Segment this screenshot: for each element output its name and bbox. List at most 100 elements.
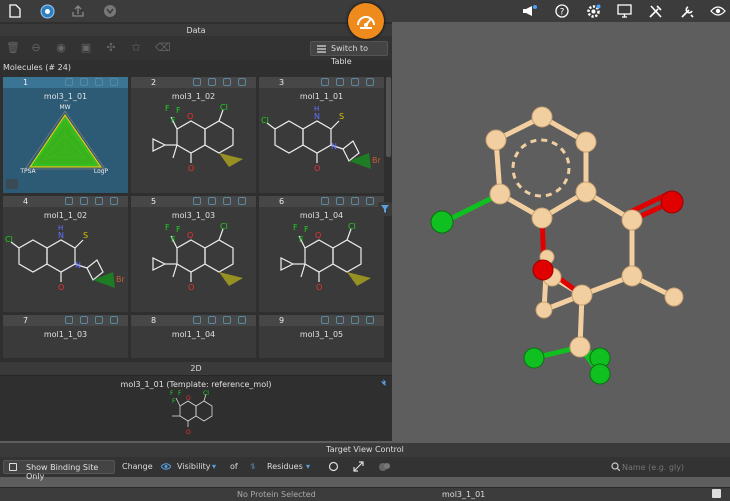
dashboard-button[interactable] (348, 3, 384, 39)
eye-icon[interactable] (110, 316, 118, 324)
gear-icon[interactable] (585, 3, 601, 19)
visibility-dropdown[interactable]: Visibility (177, 462, 211, 471)
save-icon[interactable]: ▣ (80, 42, 92, 54)
molecule-card[interactable]: 3 mol1_1_01 Cl H N S N O Br (259, 77, 384, 193)
export-icon[interactable] (70, 3, 86, 19)
molecule-card[interactable]: 8 mol1_1_04 (131, 315, 256, 358)
trash-alt-icon[interactable]: ⌫ (155, 42, 171, 54)
atom-label: O (314, 164, 320, 173)
binding-site-toggle[interactable]: Show Binding Site Only (3, 460, 115, 481)
lock-icon[interactable] (223, 197, 231, 205)
eye-icon[interactable] (366, 197, 374, 205)
eye-icon[interactable] (110, 78, 118, 86)
expand-icon[interactable] (353, 461, 364, 472)
card-name: mol1_1_03 (43, 330, 88, 339)
star-icon[interactable] (65, 197, 73, 205)
atom-label: O (186, 429, 191, 436)
eye-icon[interactable] (238, 197, 246, 205)
layers-icon[interactable] (378, 461, 391, 472)
star-icon[interactable] (321, 316, 329, 324)
app-logo-icon[interactable] (39, 3, 55, 19)
star-icon[interactable] (321, 78, 329, 86)
molecule-drawing: F F F O Cl O (152, 103, 243, 173)
flag-icon[interactable] (80, 78, 88, 86)
star-icon[interactable]: ✩ (130, 42, 142, 54)
flag-icon[interactable] (80, 197, 88, 205)
flag-icon[interactable] (208, 78, 216, 86)
eye-icon[interactable] (366, 316, 374, 324)
eye-icon[interactable] (238, 316, 246, 324)
flag-icon[interactable] (336, 78, 344, 86)
svg-text:?: ? (560, 8, 565, 18)
eye-icon[interactable] (366, 78, 374, 86)
star-icon[interactable] (193, 197, 201, 205)
lock-icon[interactable] (223, 316, 231, 324)
delete-icon[interactable]: 🗑 (6, 42, 20, 54)
switch-to-table-button[interactable]: Switch to Table (310, 41, 388, 66)
lock-icon[interactable] (223, 78, 231, 86)
eye-icon[interactable] (110, 197, 118, 205)
molecule-card[interactable]: 5 mol3_1_03 F F F O Cl O (131, 196, 256, 312)
lock-icon[interactable] (95, 197, 103, 205)
lock-icon[interactable] (351, 197, 359, 205)
twod-molecule-drawing: F F F Cl O O (170, 390, 213, 436)
star-icon[interactable] (65, 78, 73, 86)
help-icon[interactable]: ? (554, 3, 570, 19)
view-icon[interactable]: ◉ (55, 42, 67, 54)
atom-label: O (316, 283, 322, 292)
settings-alt-icon[interactable] (102, 3, 118, 19)
announcement-icon[interactable] (521, 3, 537, 19)
transform-icon[interactable]: ✣ (105, 42, 117, 54)
three-d-viewer[interactable] (392, 22, 730, 441)
new-file-icon[interactable] (7, 3, 23, 19)
filter-icon[interactable] (378, 202, 392, 216)
molecule-card[interactable]: 6 mol3_1_04 F F F O Cl O (259, 196, 384, 312)
eye-icon[interactable] (238, 78, 246, 86)
molecule-card[interactable]: 9 mol3_1_05 (259, 315, 384, 358)
card-header: 9 (259, 315, 384, 326)
residue-icon: ⥮ (250, 462, 256, 471)
lock-icon[interactable] (351, 78, 359, 86)
molecule-card[interactable]: 1 mol3_1_01 MW TPSA LogP (3, 77, 128, 193)
atom-label: O (188, 164, 194, 173)
card-header: 1 (3, 77, 128, 88)
star-icon[interactable] (193, 78, 201, 86)
grid-scrollbar[interactable] (386, 77, 391, 157)
chevron-down-icon[interactable]: ▾ (212, 462, 216, 471)
lock-icon[interactable] (351, 316, 359, 324)
flag-icon[interactable] (336, 197, 344, 205)
atom-label: F (165, 223, 170, 232)
pin-icon[interactable] (378, 378, 388, 388)
atom-label: F (171, 116, 176, 125)
atom-label: F (171, 235, 176, 244)
molecule-card[interactable]: 7 mol1_1_03 (3, 315, 128, 358)
menu-icon[interactable] (6, 179, 18, 189)
molecule-card[interactable]: 2 mol3_1_02 F F F O Cl O (131, 77, 256, 193)
notification-icon[interactable] (712, 489, 721, 498)
flag-icon[interactable] (208, 197, 216, 205)
tools-icon[interactable] (647, 3, 663, 19)
residue-name-input[interactable] (622, 460, 722, 474)
residues-dropdown[interactable]: Residues (267, 462, 303, 471)
flag-icon[interactable] (208, 316, 216, 324)
radar-tpsa-label: TPSA (19, 168, 36, 175)
checkbox[interactable] (9, 463, 17, 471)
target-view-title: Target View Control (0, 443, 730, 457)
flag-icon[interactable] (80, 316, 88, 324)
lock-icon[interactable] (95, 316, 103, 324)
wrench-icon[interactable] (679, 3, 695, 19)
monitor-icon[interactable] (616, 3, 632, 19)
star-icon[interactable] (65, 316, 73, 324)
flag-icon[interactable] (336, 316, 344, 324)
block-icon[interactable]: ⊖ (30, 42, 42, 54)
molecule-card[interactable]: 4 mol1_1_02 Cl H N S N O Br (3, 196, 128, 312)
eye-icon[interactable] (710, 3, 726, 19)
star-icon[interactable] (321, 197, 329, 205)
card-name: mol3_1_01 (43, 92, 88, 101)
target-view-bar: Show Binding Site Only Change Visibility… (0, 457, 730, 481)
star-icon[interactable] (193, 316, 201, 324)
chevron-down-icon[interactable]: ▾ (306, 462, 310, 471)
refresh-icon[interactable] (328, 461, 339, 472)
lock-icon[interactable] (95, 78, 103, 86)
card-name: mol3_1_03 (171, 211, 216, 220)
